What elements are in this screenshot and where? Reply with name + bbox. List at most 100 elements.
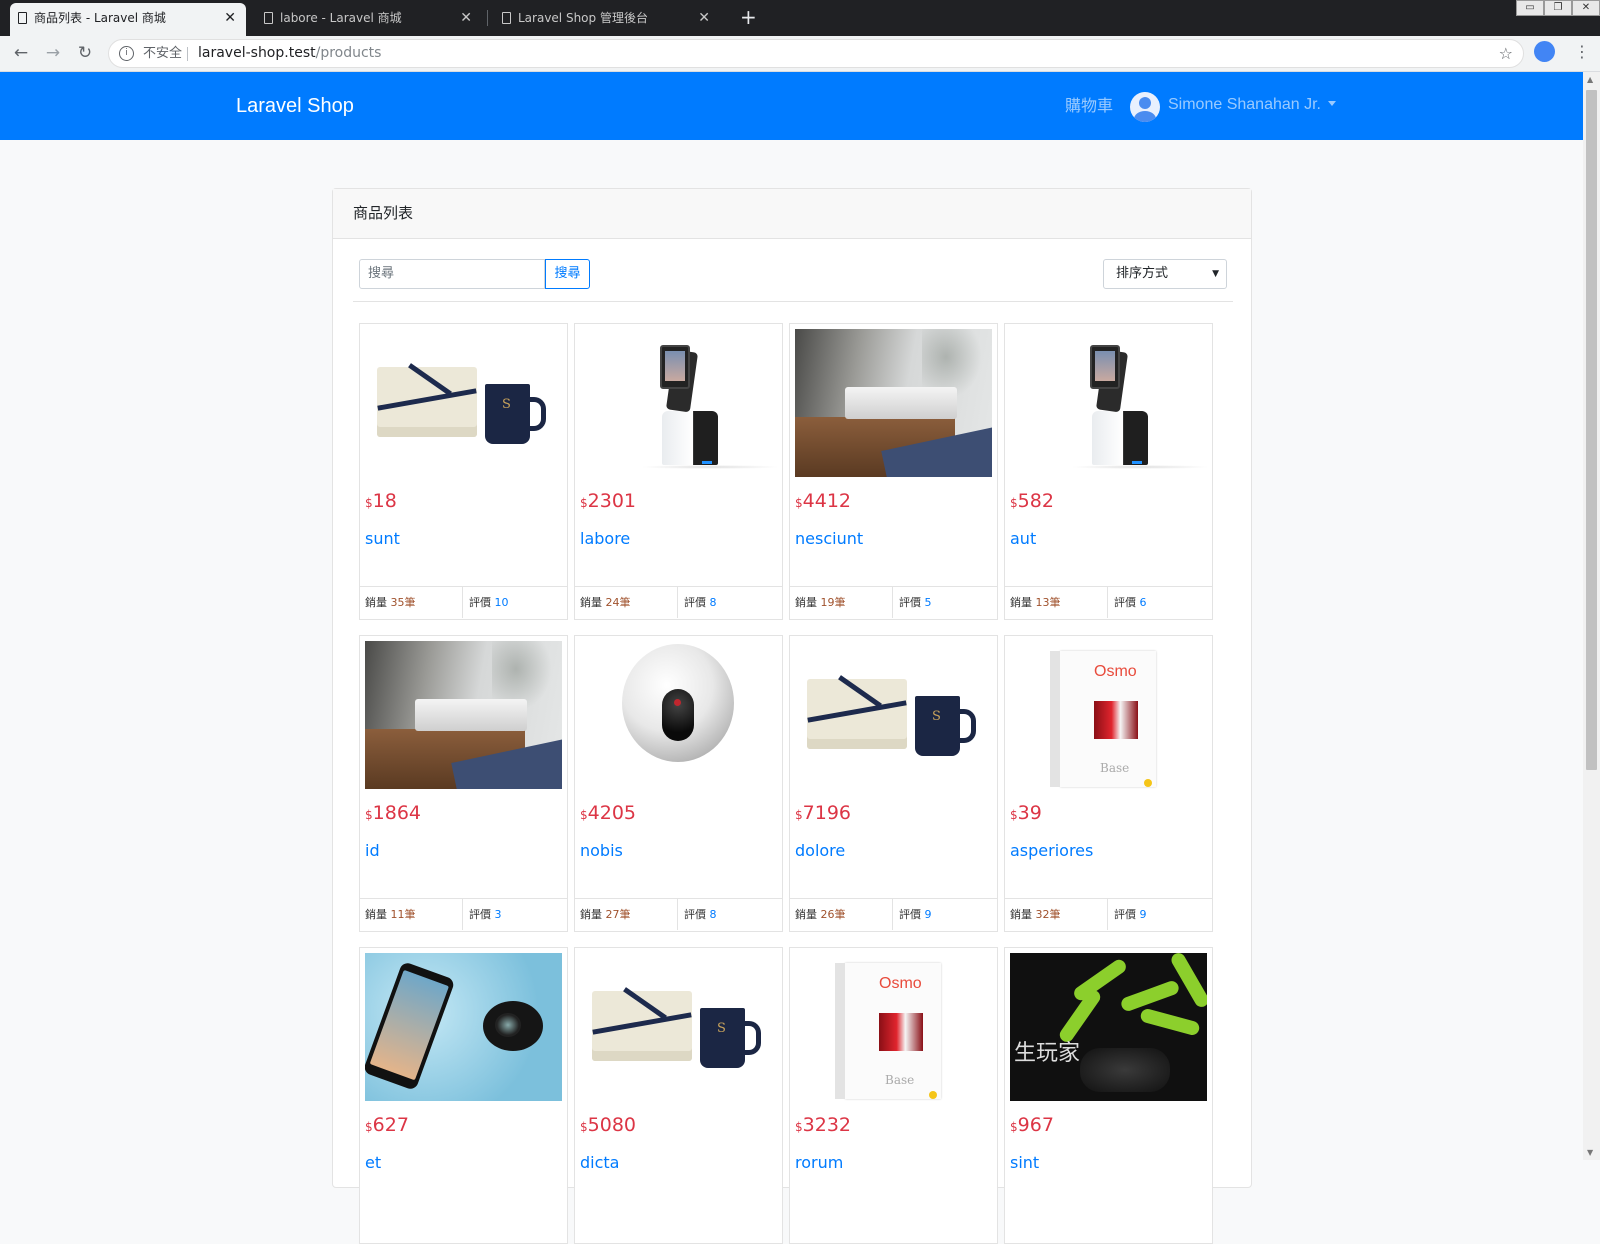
product-card[interactable]: Osmo Base $3232 rorum: [789, 947, 998, 1244]
product-title-link[interactable]: aut: [1010, 529, 1036, 548]
chevron-down-icon[interactable]: [1328, 101, 1336, 106]
product-image[interactable]: Osmo Base: [1010, 641, 1207, 789]
forward-arrow-icon[interactable]: →: [40, 40, 66, 66]
product-image[interactable]: Osmo Base: [795, 953, 992, 1101]
dropdown-arrow-icon: ▼: [1212, 269, 1219, 279]
new-tab-button[interactable]: +: [740, 2, 757, 32]
product-image[interactable]: [365, 953, 562, 1101]
scroll-up-icon[interactable]: ▲: [1587, 75, 1593, 84]
sold-count: 銷量 27筆: [575, 899, 678, 930]
product-image[interactable]: S: [795, 641, 992, 789]
back-arrow-icon[interactable]: ←: [8, 40, 34, 66]
tab-title: Laravel Shop 管理後台: [518, 11, 648, 25]
browser-tab-admin[interactable]: Laravel Shop 管理後台 ✕: [494, 3, 720, 36]
address-divider: [187, 47, 188, 61]
sold-number: 35: [390, 596, 405, 609]
review-count: 評價 8: [679, 587, 782, 618]
product-title-link[interactable]: nesciunt: [795, 529, 863, 548]
search-input[interactable]: 搜尋: [359, 259, 545, 289]
scrollbar-thumb[interactable]: [1586, 90, 1597, 770]
price-value: 627: [372, 1114, 409, 1136]
site-navbar: Laravel Shop 購物車 Simone Shanahan Jr.: [0, 72, 1583, 140]
file-icon: [502, 12, 511, 24]
product-image[interactable]: [580, 329, 777, 477]
product-image[interactable]: [1010, 329, 1207, 477]
product-title-link[interactable]: labore: [580, 529, 630, 548]
product-card[interactable]: $582 aut 銷量 13筆 評價 6: [1004, 323, 1213, 620]
review-label: 評價: [684, 908, 706, 921]
browser-tab-products[interactable]: 商品列表 - Laravel 商城 ✕: [10, 3, 246, 36]
product-card[interactable]: 生玩家 $967 sint: [1004, 947, 1213, 1244]
bookmark-star-icon[interactable]: ☆: [1499, 40, 1513, 67]
page-scrollbar[interactable]: ▲ ▼: [1583, 72, 1600, 1160]
sort-select-label: 排序方式: [1116, 266, 1169, 281]
product-image[interactable]: [580, 641, 777, 789]
product-title-link[interactable]: dolore: [795, 841, 845, 860]
product-card[interactable]: $4412 nesciunt 銷量 19筆 評價 5: [789, 323, 998, 620]
close-window-icon[interactable]: ✕: [1572, 0, 1600, 16]
review-value: 3: [494, 908, 502, 921]
user-menu-toggle[interactable]: Simone Shanahan Jr.: [1168, 72, 1321, 138]
product-card[interactable]: S $5080 dicta: [574, 947, 783, 1244]
minimize-icon[interactable]: ▭: [1516, 0, 1544, 16]
browser-tab-strip: 商品列表 - Laravel 商城 ✕ labore - Laravel 商城 …: [0, 0, 1600, 36]
product-image[interactable]: 生玩家: [1010, 953, 1207, 1101]
osmo-logo: Osmo: [879, 975, 922, 992]
address-bar[interactable]: i 不安全 laravel-shop.test/products ☆: [108, 39, 1524, 68]
product-price: $967: [1010, 1114, 1054, 1136]
url-path: /products: [315, 45, 382, 61]
review-label: 評價: [899, 908, 921, 921]
profile-avatar-icon[interactable]: [1534, 41, 1555, 62]
url-text[interactable]: laravel-shop.test/products: [198, 40, 381, 67]
product-card[interactable]: S $18 sunt 銷量 35筆 評價 10: [359, 323, 568, 620]
product-list-card: 商品列表 搜尋 搜尋 排序方式 ▼ S $18 sunt 銷量 35筆 評價 1…: [332, 188, 1252, 1244]
close-tab-icon[interactable]: ✕: [224, 3, 236, 33]
scroll-down-icon[interactable]: ▼: [1587, 1148, 1593, 1157]
reload-icon[interactable]: ↻: [72, 40, 98, 66]
product-title-link[interactable]: id: [365, 841, 380, 860]
product-card[interactable]: $2301 labore 銷量 24筆 評價 8: [574, 323, 783, 620]
review-count: 評價 6: [1109, 587, 1212, 618]
product-stats: 銷量 27筆 評價 8: [575, 898, 782, 931]
product-card[interactable]: S $7196 dolore 銷量 26筆 評價 9: [789, 635, 998, 932]
product-title-link[interactable]: et: [365, 1153, 381, 1172]
product-title-link[interactable]: rorum: [795, 1153, 843, 1172]
currency-symbol: $: [1010, 496, 1018, 510]
review-label: 評價: [1114, 596, 1136, 609]
review-value: 8: [709, 596, 717, 609]
sold-value: 13筆: [1036, 596, 1061, 609]
product-image[interactable]: [795, 329, 992, 477]
sold-value: 27筆: [606, 908, 631, 921]
close-tab-icon[interactable]: ✕: [460, 3, 472, 33]
close-tab-icon[interactable]: ✕: [698, 3, 710, 33]
browser-tab-labore[interactable]: labore - Laravel 商城 ✕: [256, 3, 482, 36]
product-card[interactable]: $627 et: [359, 947, 568, 1244]
sold-unit: 筆: [619, 908, 631, 921]
product-card[interactable]: $4205 nobis 銷量 27筆 評價 8: [574, 635, 783, 932]
user-avatar-icon[interactable]: [1130, 92, 1160, 122]
product-image[interactable]: [365, 641, 562, 789]
sold-count: 銷量 32筆: [1005, 899, 1108, 930]
product-image[interactable]: S: [365, 329, 562, 477]
search-button[interactable]: 搜尋: [545, 259, 590, 289]
sort-select[interactable]: 排序方式 ▼: [1103, 259, 1227, 289]
product-card[interactable]: Osmo Base $39 asperiores 銷量 32筆 評價 9: [1004, 635, 1213, 932]
sold-value: 19筆: [821, 596, 846, 609]
brand-link[interactable]: Laravel Shop: [236, 72, 354, 140]
product-title-link[interactable]: sint: [1010, 1153, 1039, 1172]
product-stats: 銷量 19筆 評價 5: [790, 586, 997, 619]
product-title-link[interactable]: nobis: [580, 841, 623, 860]
product-image[interactable]: S: [580, 953, 777, 1101]
currency-symbol: $: [365, 808, 373, 822]
product-title-link[interactable]: sunt: [365, 529, 400, 548]
more-menu-icon[interactable]: ⋮: [1574, 39, 1590, 65]
security-label[interactable]: 不安全: [143, 40, 182, 67]
tab-title: 商品列表 - Laravel 商城: [34, 11, 166, 25]
info-icon[interactable]: i: [119, 46, 134, 61]
restore-icon[interactable]: ❐: [1544, 0, 1572, 16]
product-title-link[interactable]: asperiores: [1010, 841, 1093, 860]
product-price: $627: [365, 1114, 409, 1136]
product-title-link[interactable]: dicta: [580, 1153, 619, 1172]
cart-link[interactable]: 購物車: [1065, 72, 1113, 140]
product-card[interactable]: $1864 id 銷量 11筆 評價 3: [359, 635, 568, 932]
